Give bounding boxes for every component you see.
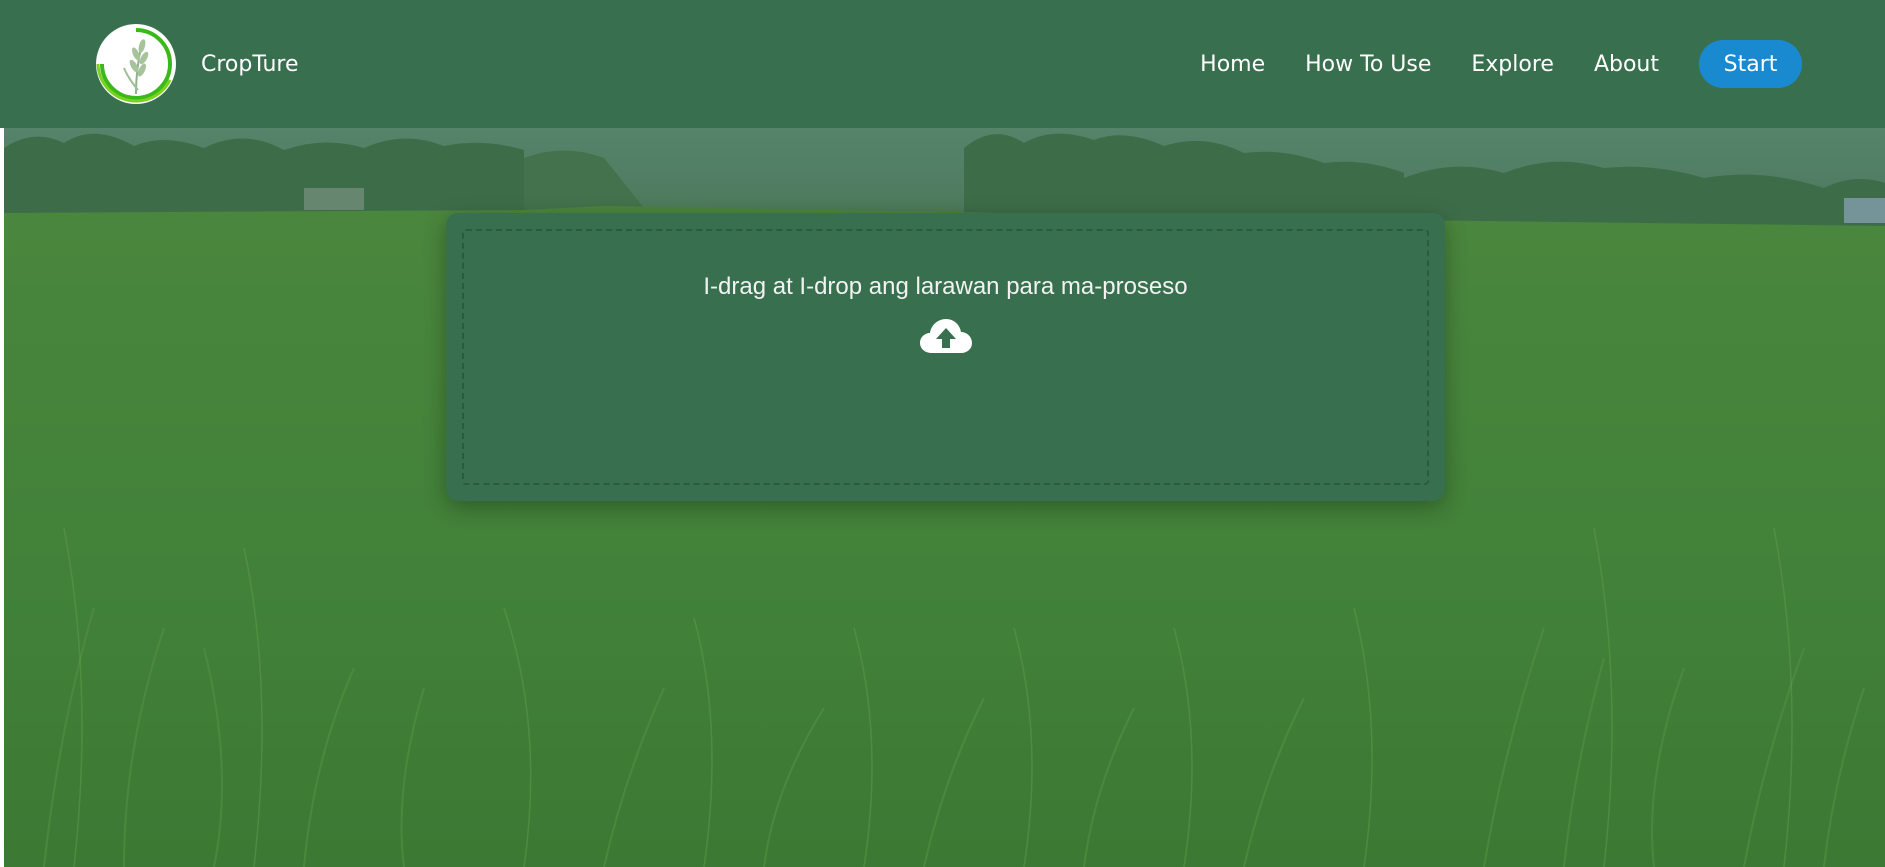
main-nav: Home How To Use Explore About Start (1200, 40, 1802, 88)
image-drop-zone[interactable]: I-drag at I-drop ang larawan para ma-pro… (462, 229, 1429, 485)
start-button[interactable]: Start (1699, 40, 1802, 88)
drop-zone-prompt: I-drag at I-drop ang larawan para ma-pro… (703, 273, 1188, 300)
nav-link-how-to-use[interactable]: How To Use (1305, 52, 1431, 77)
brand-name: CropTure (201, 51, 299, 77)
upload-card: I-drag at I-drop ang larawan para ma-pro… (446, 213, 1445, 501)
top-navbar: CropTure Home How To Use Explore About S… (0, 0, 1885, 128)
cloud-upload-icon[interactable] (919, 317, 973, 355)
nav-link-explore[interactable]: Explore (1471, 52, 1554, 77)
nav-link-home[interactable]: Home (1200, 52, 1265, 77)
rice-stalk-logo-icon (96, 24, 176, 104)
brand[interactable]: CropTure (92, 18, 299, 110)
nav-link-about[interactable]: About (1594, 52, 1659, 77)
